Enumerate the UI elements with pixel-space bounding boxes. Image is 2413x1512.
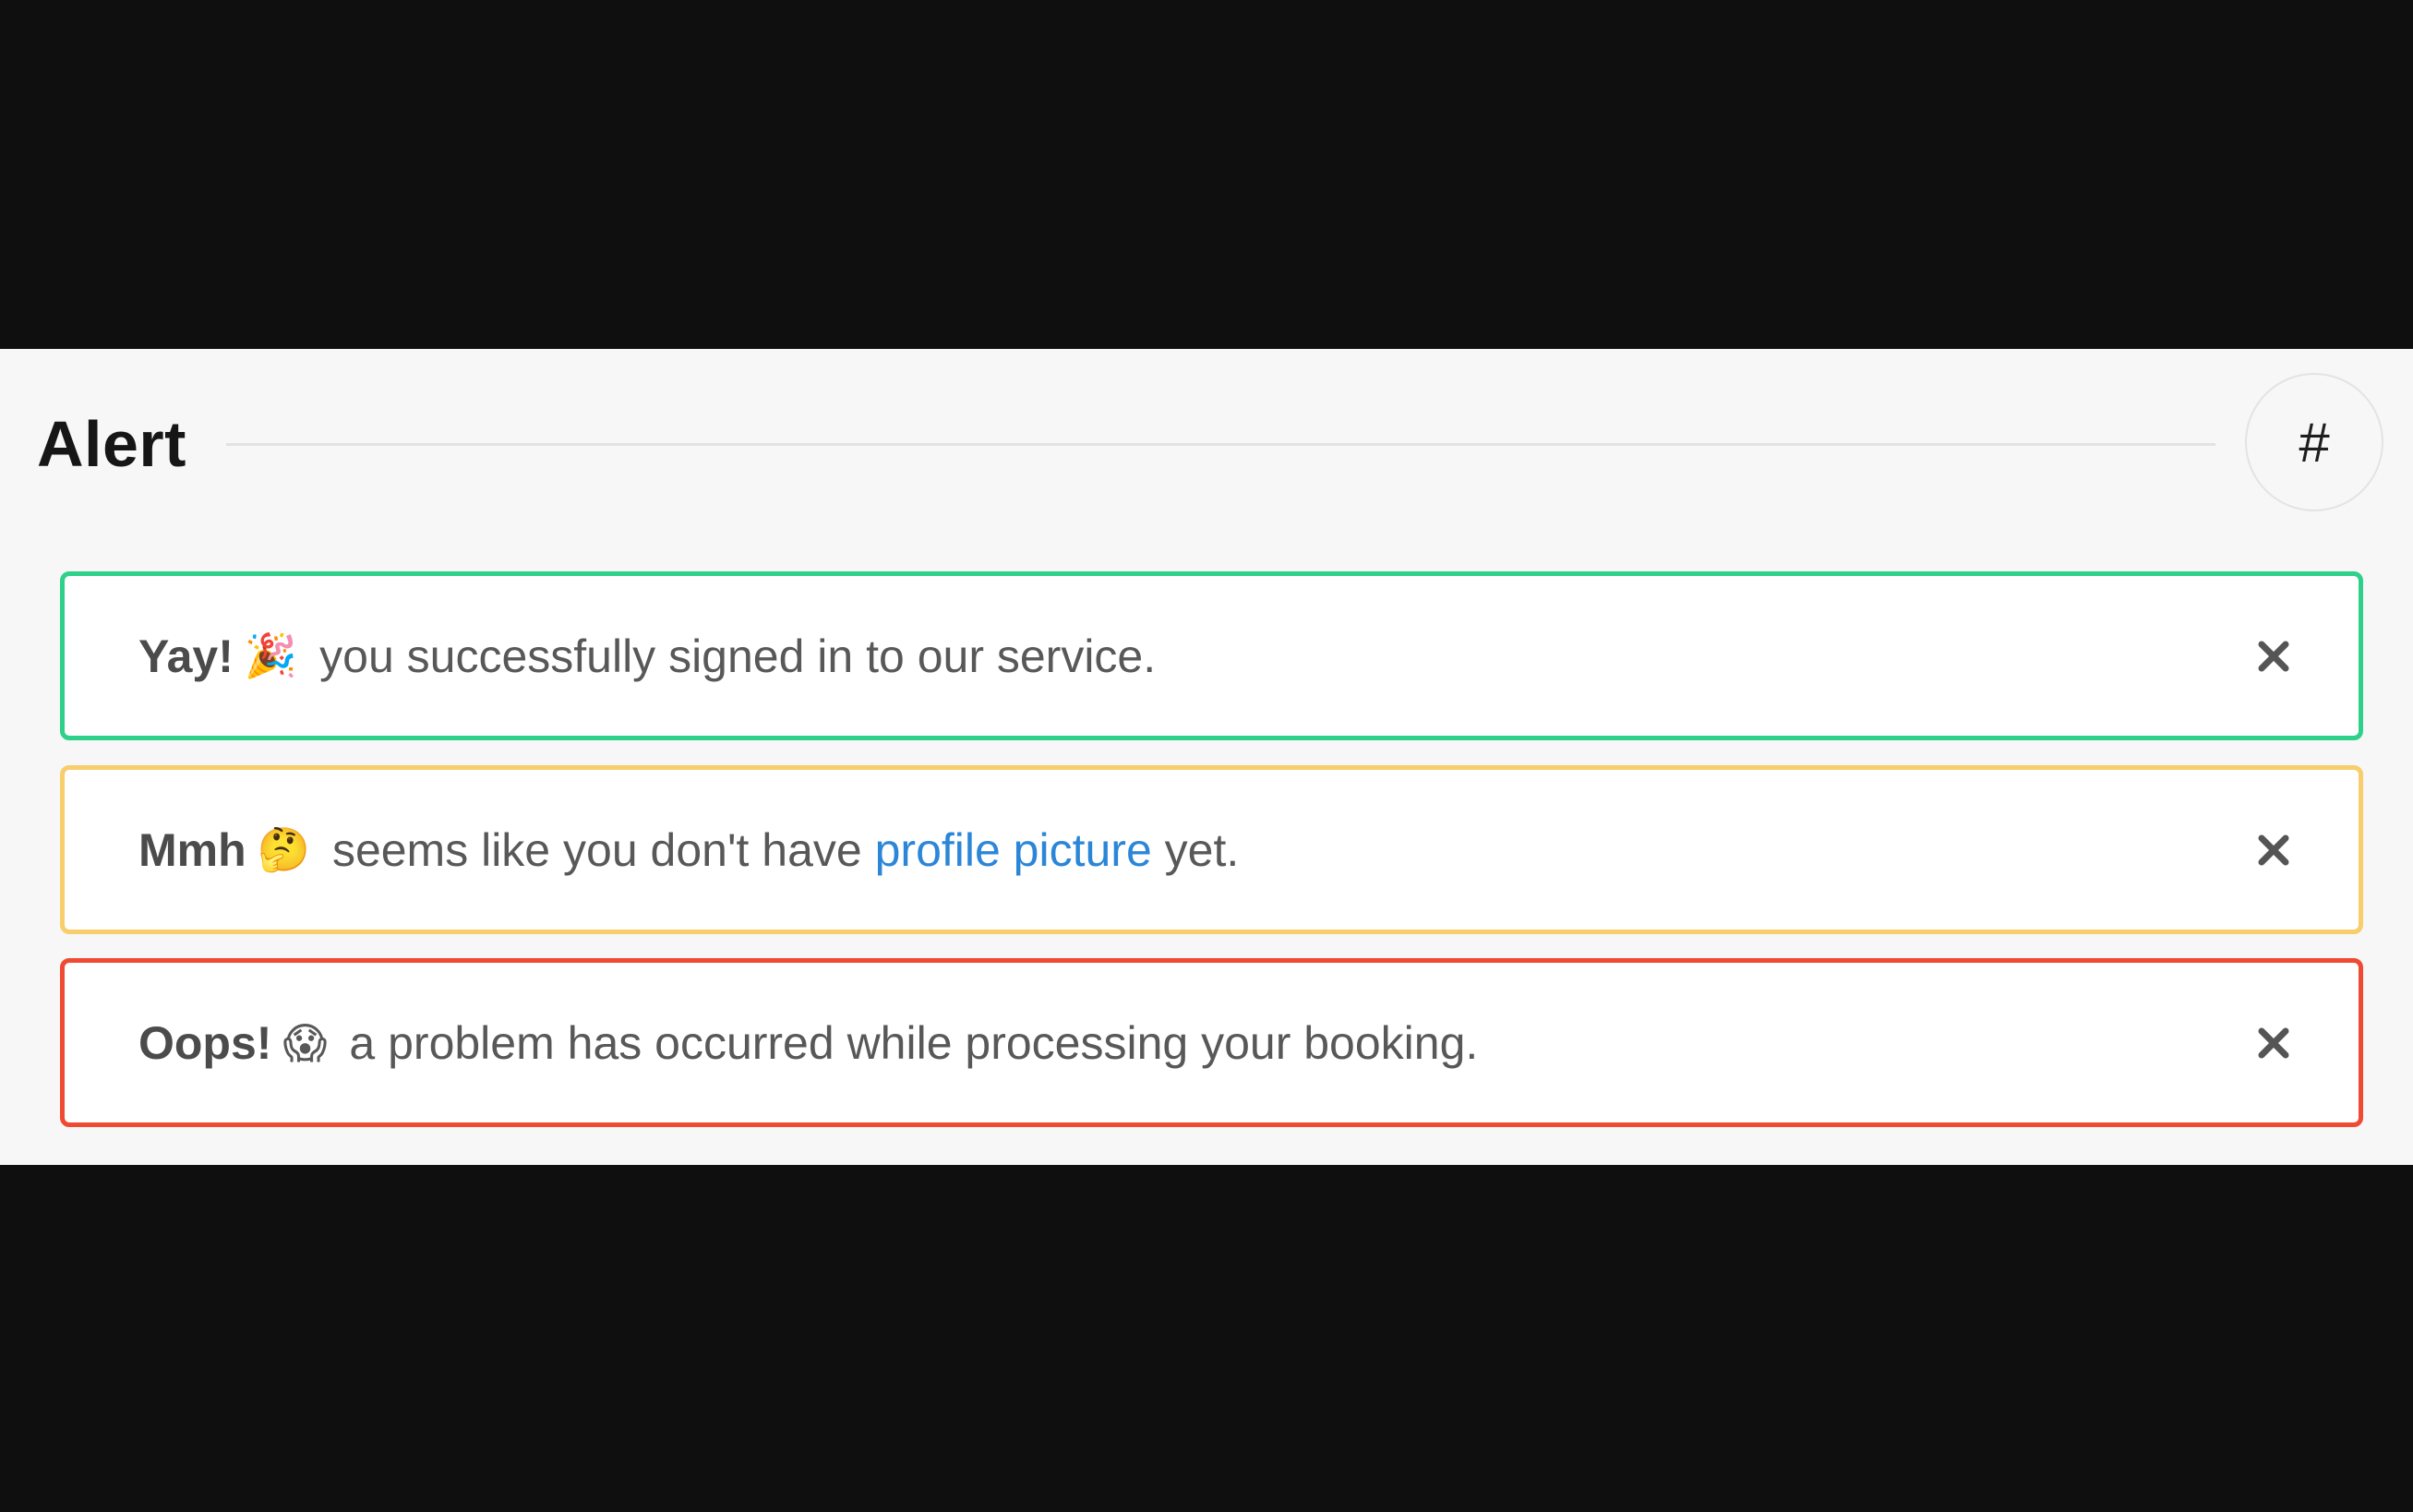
close-icon	[2258, 1027, 2289, 1058]
party-popper-icon: 🎉	[244, 631, 298, 679]
section-title: Alert	[37, 408, 186, 480]
screaming-face-icon: 😱	[282, 1018, 328, 1067]
danger-alert: Oops! 😱 a problem has occurred while pro…	[60, 958, 2363, 1127]
warning-alert: Mmh 🤔 seems like you don't have profile …	[60, 765, 2363, 934]
alert-message: seems like you don't have	[331, 823, 862, 876]
alert-message: a problem has occurred while processing …	[349, 1016, 1479, 1069]
thinking-face-icon: 🤔	[257, 825, 310, 873]
section-anchor-button[interactable]: #	[2245, 373, 2383, 511]
close-button[interactable]	[2246, 822, 2301, 878]
close-button[interactable]	[2246, 629, 2301, 684]
alert-title: Yay!	[138, 630, 234, 682]
success-alert: Yay! 🎉 you successfully signed in to our…	[60, 571, 2363, 740]
alert-message: you successfully signed in to our servic…	[319, 630, 1157, 682]
close-icon	[2258, 641, 2289, 671]
alert-title: Mmh	[138, 823, 246, 876]
alert-title: Oops!	[138, 1016, 272, 1069]
title-divider	[226, 443, 2215, 446]
profile-picture-link[interactable]: profile picture	[875, 823, 1152, 877]
close-button[interactable]	[2246, 1015, 2301, 1071]
close-icon	[2258, 834, 2289, 865]
alert-message-end: yet.	[1164, 823, 1240, 876]
